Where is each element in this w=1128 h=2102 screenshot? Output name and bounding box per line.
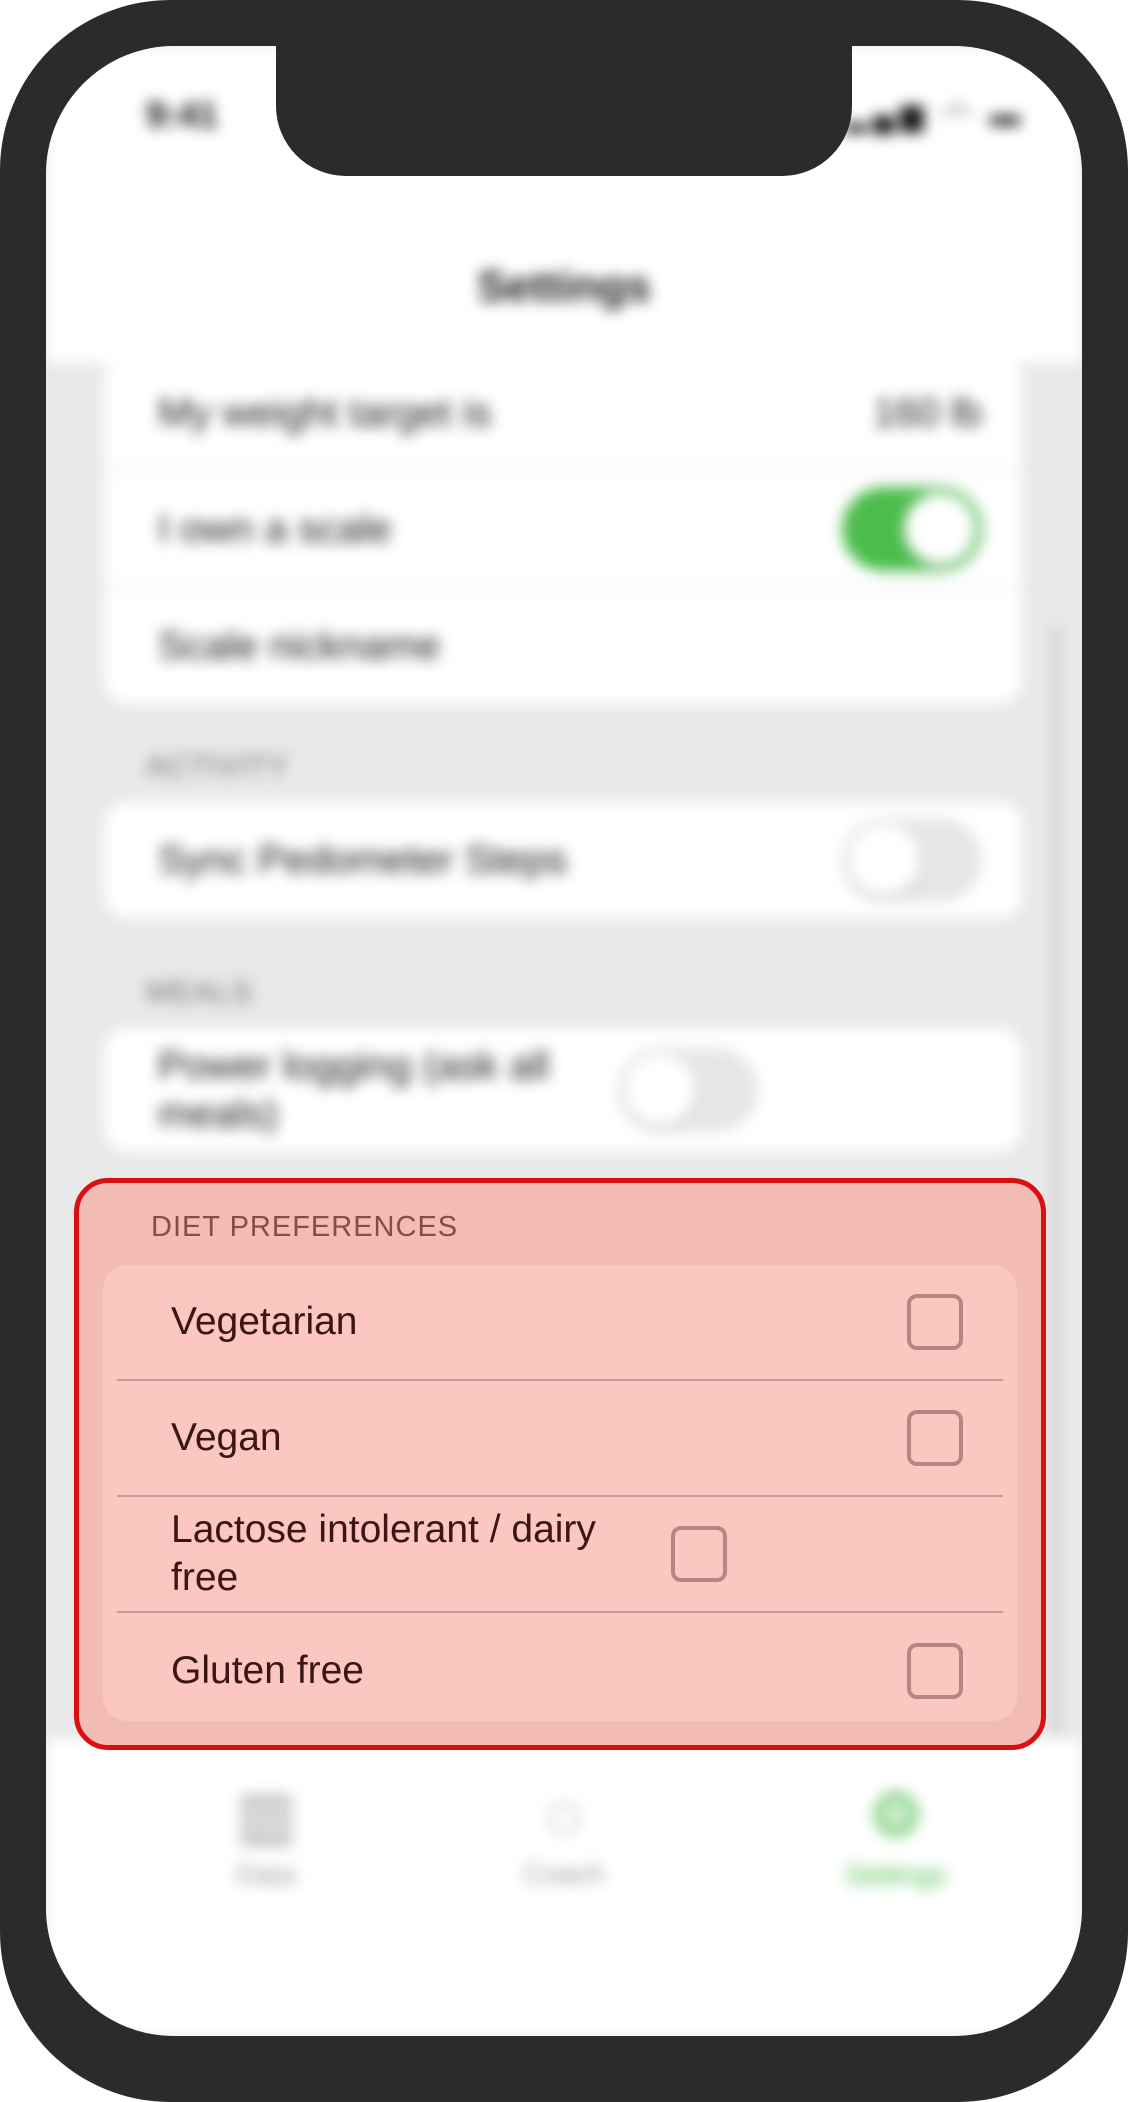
signal-wifi-battery-icon: ▂▄▆ ◠ ▬	[843, 99, 1026, 132]
chat-icon: ◌	[544, 1779, 584, 1851]
own-scale-toggle[interactable]	[842, 487, 982, 571]
activity-section-header: ACTIVITY	[146, 750, 290, 783]
power-logging-row: Power logging (ask all meals)	[104, 1028, 1022, 1152]
lactose-free-label: Lactose intolerant / dairy free	[171, 1508, 596, 1599]
vegetarian-label: Vegetarian	[171, 1300, 358, 1343]
diet-row-vegetarian[interactable]: Vegetarian	[117, 1265, 1003, 1381]
tab-data-label: Data	[236, 1859, 296, 1890]
tab-settings-label: Settings	[845, 1859, 947, 1890]
vegan-label: Vegan	[171, 1416, 282, 1459]
page-title: Settings	[477, 262, 651, 311]
chart-icon: ▥	[235, 1779, 297, 1851]
own-scale-row: I own a scale	[104, 472, 1022, 588]
tab-coach-label: Coach	[523, 1858, 605, 1889]
sync-pedometer-label: Sync Pedometer Steps	[158, 838, 568, 882]
gear-icon: ⚙	[867, 1779, 925, 1851]
vegetarian-checkbox[interactable]	[907, 1294, 963, 1350]
meals-settings-group: Power logging (ask all meals)	[104, 1028, 1022, 1152]
diet-preferences-group: Vegetarian Vegan Lactose intolerant / da…	[103, 1265, 1017, 1721]
weight-target-row[interactable]: My weight target is 160 lb	[104, 356, 1022, 472]
tab-settings[interactable]: ⚙ Settings	[786, 1778, 1006, 1891]
power-logging-toggle[interactable]	[618, 1048, 758, 1132]
activity-settings-group: Sync Pedometer Steps	[104, 802, 1022, 918]
scale-nickname-row[interactable]: Scale nickname	[104, 588, 1022, 704]
weight-target-value: 160 lb	[873, 390, 982, 435]
scale-nickname-label: Scale nickname	[158, 624, 441, 668]
power-logging-label: Power logging (ask all meals)	[158, 1044, 550, 1136]
sync-pedometer-toggle[interactable]	[842, 818, 982, 902]
weight-settings-group: My weight target is 160 lb I own a scale…	[104, 356, 1022, 704]
vegan-checkbox[interactable]	[907, 1410, 963, 1466]
diet-row-lactose-free[interactable]: Lactose intolerant / dairy free	[117, 1497, 1003, 1613]
tab-coach[interactable]: ◌ Coach	[454, 1778, 674, 1890]
status-time: 9:41	[146, 94, 219, 135]
diet-row-vegan[interactable]: Vegan	[117, 1381, 1003, 1497]
gluten-free-checkbox[interactable]	[907, 1643, 963, 1699]
scrollbar[interactable]	[1052, 626, 1060, 1826]
weight-target-label: My weight target is	[158, 391, 492, 435]
meals-section-header: MEALS	[146, 976, 253, 1009]
sync-pedometer-row: Sync Pedometer Steps	[104, 802, 1022, 918]
gluten-free-label: Gluten free	[171, 1649, 364, 1692]
tab-bar: ▥ Data ◌ Coach ⚙ Settings	[46, 1736, 1082, 2036]
lactose-free-checkbox[interactable]	[671, 1526, 727, 1582]
diet-preferences-section: DIET PREFERENCES Vegetarian Vegan Lactos…	[74, 1178, 1046, 1750]
diet-preferences-header: DIET PREFERENCES	[151, 1211, 459, 1243]
own-scale-label: I own a scale	[158, 507, 392, 551]
diet-row-gluten-free[interactable]: Gluten free	[117, 1613, 1003, 1729]
notch	[276, 46, 852, 176]
nav-bar: Settings	[46, 166, 1082, 366]
tab-data[interactable]: ▥ Data	[156, 1778, 376, 1891]
